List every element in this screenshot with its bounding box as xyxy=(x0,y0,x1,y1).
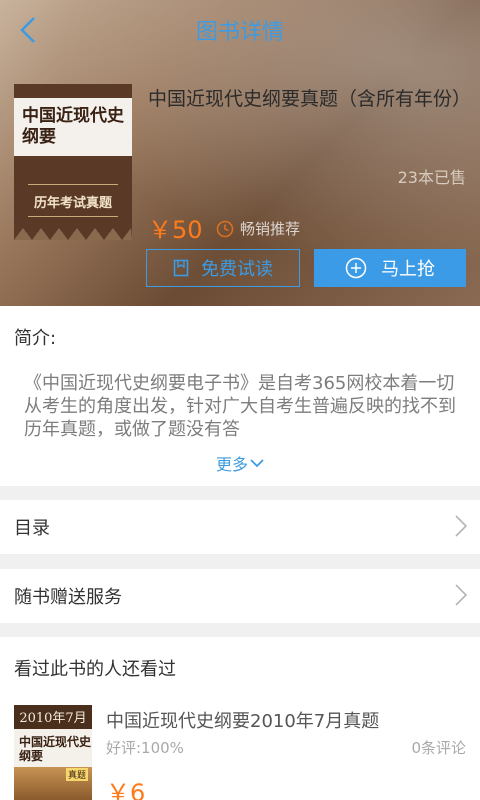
cover-title: 中国近现代史纲要 xyxy=(22,106,124,147)
similar-book-price: ￥6 xyxy=(106,779,146,800)
top-bar: 图书详情 xyxy=(0,0,480,60)
thumb-tag: 真题 xyxy=(65,768,88,781)
free-trial-label: 免费试读 xyxy=(201,259,273,280)
similar-book-comments: 0条评论 xyxy=(411,739,466,757)
buy-now-label: 马上抢 xyxy=(381,259,435,280)
free-trial-button[interactable]: 免费试读 xyxy=(146,249,300,287)
similar-book-rating: 好评:100% xyxy=(106,739,184,757)
more-button[interactable]: 更多 xyxy=(0,451,480,475)
intro-heading: 简介: xyxy=(14,328,57,349)
similar-book-title[interactable]: 中国近现代史纲要2010年7月真题 xyxy=(106,707,379,733)
more-label: 更多 xyxy=(215,455,248,474)
similar-heading: 看过此书的人还看过 xyxy=(14,659,176,680)
intro-section: 简介: 《中国近现代史纲要电子书》是自考365网校本着一切从考生的角度出发，针对… xyxy=(0,306,480,486)
hot-badge: 畅销推荐 xyxy=(216,218,300,239)
plus-circle-icon xyxy=(345,257,367,279)
sold-count: 23本已售 xyxy=(397,168,466,187)
gift-service-label: 随书赠送服务 xyxy=(14,587,122,608)
hot-badge-label: 畅销推荐 xyxy=(240,220,301,238)
thumb-title: 中国近现代史纲要 xyxy=(19,735,92,763)
buy-now-button[interactable]: 马上抢 xyxy=(314,249,466,287)
intro-text: 《中国近现代史纲要电子书》是自考365网校本着一切从考生的角度出发，针对广大自考… xyxy=(24,373,456,438)
toc-label: 目录 xyxy=(14,518,50,539)
chevron-down-icon xyxy=(250,459,264,468)
book-cover: 中国近现代史纲要 历年考试真题 xyxy=(14,84,132,240)
chevron-right-icon xyxy=(455,515,468,537)
similar-book-cover[interactable]: 2010年7月 中国近现代史纲要 真题 xyxy=(14,705,92,800)
cover-subtitle: 历年考试真题 xyxy=(33,196,112,211)
clock-icon xyxy=(216,220,234,237)
chevron-right-icon xyxy=(455,584,468,606)
thumb-date: 2010年7月 xyxy=(19,711,87,726)
page-title: 图书详情 xyxy=(195,20,284,45)
book-price: ￥50 xyxy=(148,216,203,244)
gift-service-row[interactable]: 随书赠送服务 xyxy=(0,569,480,623)
cover-pattern xyxy=(14,228,132,240)
book-title: 中国近现代史纲要真题（含所有年份） xyxy=(148,88,472,110)
bookmark-icon xyxy=(173,259,189,277)
similar-books-section: 看过此书的人还看过 2010年7月 中国近现代史纲要 真题 中国近现代史纲要20… xyxy=(0,637,480,800)
toc-row[interactable]: 目录 xyxy=(0,500,480,554)
